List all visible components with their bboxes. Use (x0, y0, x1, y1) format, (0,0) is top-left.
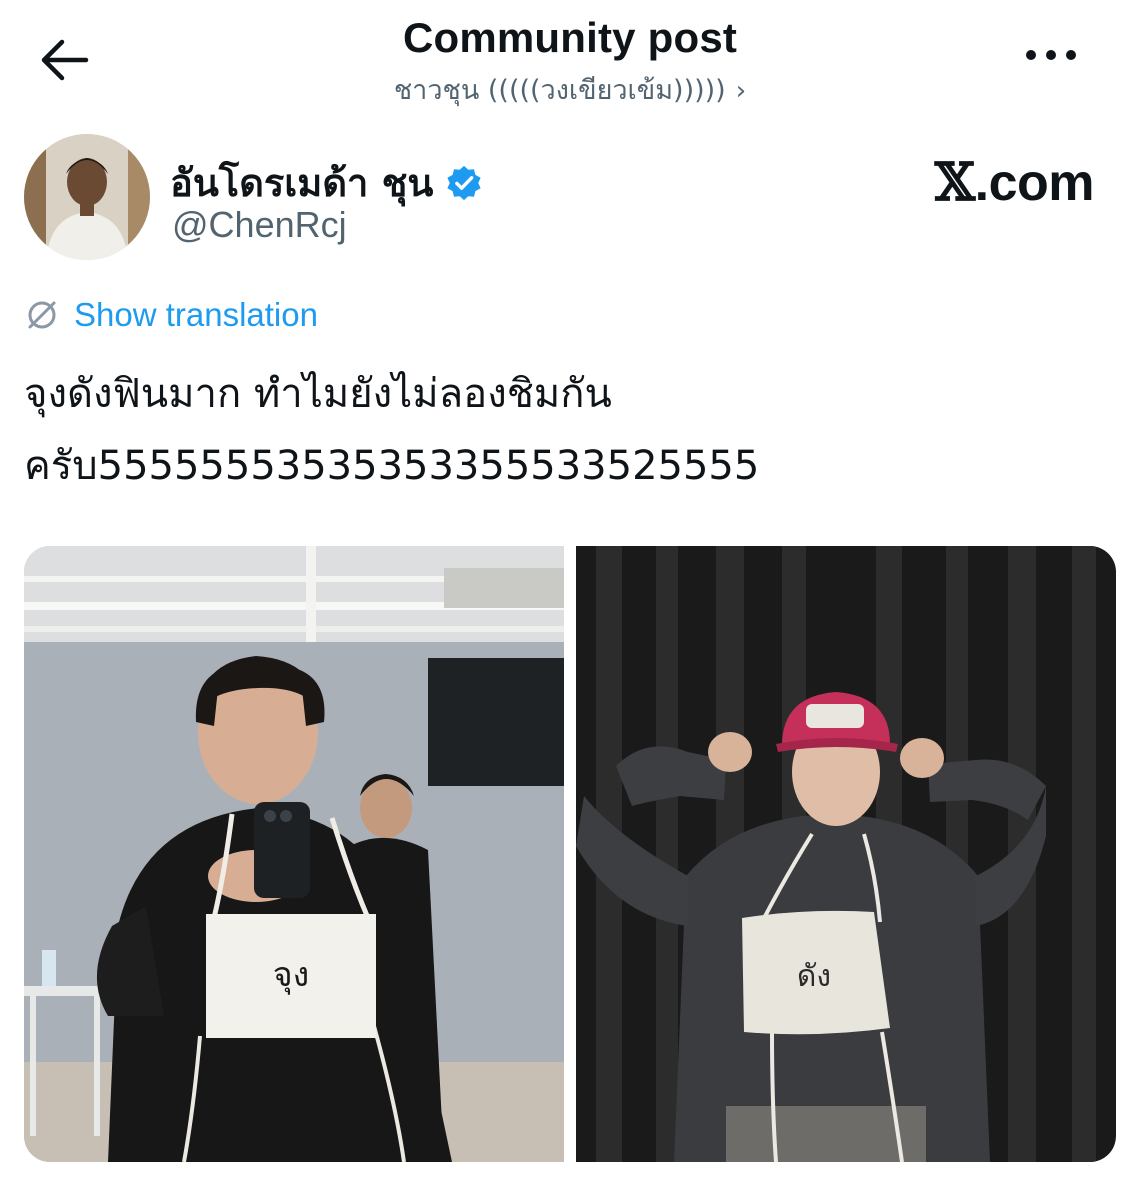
author-handle[interactable]: @ChenRcj (172, 204, 347, 246)
post-text-line-1: จุงดังฟินมาก ทำไมยังไม่ลองชิมกัน (24, 371, 612, 417)
post-image-right[interactable]: ดัง (576, 546, 1116, 1162)
top-bar: Community post ชาวชุน (((((วงเขียวเข้ม))… (0, 0, 1140, 120)
apron-label-left: จุง (273, 955, 310, 995)
post-text-line-2: ครับ55555553535353355533525555 (24, 443, 760, 489)
author-row: อันโดรเมด้า ชุน @ChenRcj 𝕏.com (24, 134, 1114, 264)
x-logo-glyph: 𝕏 (934, 152, 975, 213)
post-image-left[interactable]: จุง (24, 546, 564, 1162)
post-media-grid[interactable]: จุง ดัง (24, 546, 1116, 1162)
title-block: Community post ชาวชุน (((((วงเขียวเข้ม))… (0, 14, 1140, 111)
x-logo-domain: .com (974, 154, 1095, 212)
post-text: จุงดังฟินมาก ทำไมยังไม่ลองชิมกัน ครับ555… (24, 358, 1114, 502)
more-options-button[interactable] (1026, 50, 1082, 70)
apron-label-right: ดัง (797, 959, 831, 994)
post-image-left-graphic: จุง (24, 546, 564, 1162)
avatar[interactable] (24, 134, 150, 260)
more-icon (1026, 50, 1076, 70)
show-translation-label: Show translation (74, 296, 318, 333)
x-com-logo: 𝕏.com (934, 152, 1095, 213)
translate-globe-icon (28, 301, 56, 329)
community-link[interactable]: ชาวชุน (((((วงเขียวเข้ม))))) › (0, 68, 1140, 111)
chevron-right-icon: › (735, 76, 747, 106)
post-image-right-graphic: ดัง (576, 546, 1116, 1162)
community-name: ชาวชุน (((((วงเขียวเข้ม))))) (393, 75, 726, 106)
avatar-image (24, 134, 150, 260)
verified-badge-icon (447, 165, 481, 200)
show-translation-link[interactable]: Show translation (24, 296, 318, 334)
page-title: Community post (402, 14, 738, 61)
